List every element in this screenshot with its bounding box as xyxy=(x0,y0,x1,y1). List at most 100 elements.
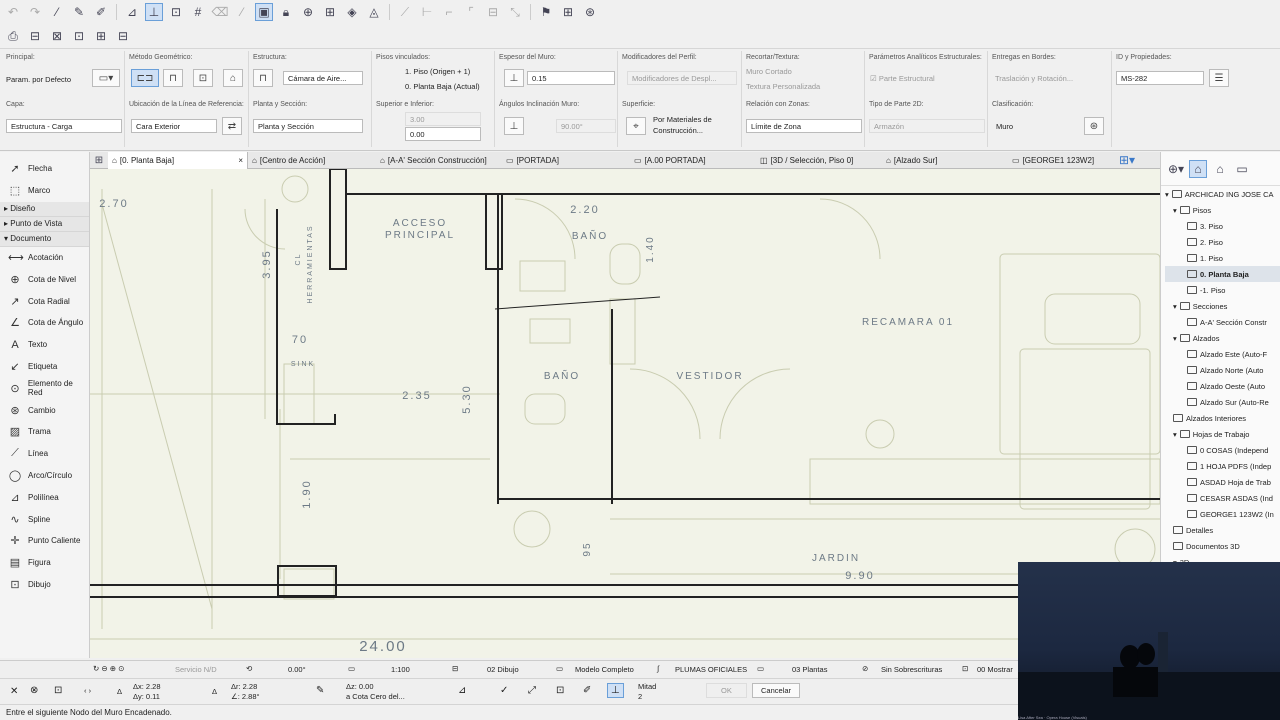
superficie-value-2[interactable]: Construcción... xyxy=(653,126,703,135)
id-input[interactable]: MS-282 xyxy=(1116,71,1204,85)
capa-select[interactable]: Estructura - Carga xyxy=(6,119,122,133)
ok-button[interactable]: OK xyxy=(706,683,747,698)
tool-arc[interactable]: ◯ Arco/Círculo xyxy=(0,465,89,487)
teamwork-icon[interactable]: ⊛ xyxy=(581,3,599,21)
slanted-wall-icon[interactable]: ⌂ xyxy=(223,69,243,87)
nav-piso2[interactable]: 2. Piso xyxy=(1165,234,1280,250)
eyedropper-icon[interactable]: ✎ xyxy=(70,3,88,21)
nav-detalles[interactable]: Detalles xyxy=(1165,522,1280,538)
plumas-value[interactable]: PLUMAS OFICIALES xyxy=(675,665,747,674)
tool-figure[interactable]: ▤ Figura xyxy=(0,552,89,574)
classification-icon[interactable]: ⊛ xyxy=(1084,117,1104,135)
angle-value[interactable]: 0.00° xyxy=(288,665,306,674)
flip-reference-icon[interactable]: ⇄ xyxy=(222,117,242,135)
pencil-icon[interactable]: ✎ xyxy=(316,685,324,696)
tab-seccion[interactable]: ⌂ [A-A' Sección Construcción] xyxy=(376,152,502,169)
fillet-icon[interactable]: ⌜ xyxy=(462,3,480,21)
arrows-icon[interactable]: ‹ › xyxy=(84,686,91,695)
suspend-groups-icon[interactable]: ▣ xyxy=(255,3,273,21)
close-icon[interactable]: × xyxy=(238,156,243,165)
graphic-override-icon[interactable]: ⊘ xyxy=(862,664,868,673)
zoom-icons[interactable]: ↻ ⊖ ⊕ ⊙ xyxy=(93,664,124,673)
section-icon[interactable]: ⊞ xyxy=(92,27,110,45)
organizer-icon[interactable]: ⊕▾ xyxy=(1167,160,1185,178)
grid-snap-icon[interactable]: # xyxy=(189,3,207,21)
intersect-icon[interactable]: ⌐ xyxy=(440,3,458,21)
parte-estructural[interactable]: ☑ Parte Estructural xyxy=(870,74,935,83)
nav-piso1[interactable]: 1. Piso xyxy=(1165,250,1280,266)
scale-value[interactable]: 1:100 xyxy=(391,665,410,674)
favorites-button[interactable]: ▭▾ xyxy=(92,69,120,87)
nav-alzado-norte[interactable]: Alzado Norte (Auto xyxy=(1165,362,1280,378)
tipo-select[interactable]: Armazón xyxy=(869,119,985,133)
tool-line[interactable]: ⟋ Línea xyxy=(0,443,89,465)
tool-angle-dimension[interactable]: ∠ Cota de Ángulo xyxy=(0,312,89,334)
view-map-icon[interactable]: ⌂ xyxy=(1211,160,1229,178)
nav-project[interactable]: ▾ ARCHICAD ING JOSE CA xyxy=(1165,186,1280,202)
tool-arrow[interactable]: ➚ Flecha xyxy=(0,158,89,180)
tool-polyline[interactable]: ⊿ Polilínea xyxy=(0,486,89,508)
tracker-settings-icon[interactable]: ⊡ xyxy=(54,685,62,696)
mostrar-value[interactable]: 00 Mostrar xyxy=(977,665,1013,674)
cancel-button[interactable]: Cancelar xyxy=(752,683,801,698)
nav-3d[interactable]: ▾ 3D xyxy=(1165,554,1280,563)
tab-overview-icon[interactable]: ⊞ xyxy=(90,151,108,169)
nav-alzados[interactable]: ▾ Alzados xyxy=(1165,330,1280,346)
relacion-select[interactable]: Límite de Zona xyxy=(746,119,862,133)
ubicacion-select[interactable]: Cara Exterior xyxy=(131,119,217,133)
nav-alzados-interiores[interactable]: Alzados Interiores xyxy=(1165,410,1280,426)
layout-icon[interactable]: ⊟ xyxy=(26,27,44,45)
split-icon[interactable]: ⟋ xyxy=(396,3,414,21)
nav-pisoneg[interactable]: -1. Piso xyxy=(1165,282,1280,298)
tool-drawing[interactable]: ⊡ Dibujo xyxy=(0,574,89,596)
trapezoid-wall-icon[interactable]: ⊓ xyxy=(163,69,183,87)
crop-icon[interactable]: ⊡ xyxy=(556,685,564,696)
eraser-icon[interactable]: ⌫ xyxy=(211,3,229,21)
close-icon[interactable]: ✕ xyxy=(10,686,18,697)
delta-angle[interactable]: ∠: 2.88° xyxy=(231,692,260,701)
layout-book-icon[interactable]: ▭ xyxy=(1233,160,1251,178)
flag-icon[interactable]: ⚑ xyxy=(537,3,555,21)
estructura-select[interactable]: Cámara de Aire... xyxy=(283,71,363,85)
tab-a00-portada[interactable]: ▭ [A.00 PORTADA] xyxy=(630,152,756,169)
group-viewpoint[interactable]: ▸ Punto de Vista xyxy=(0,216,89,232)
eyedropper-icon[interactable]: ✐ xyxy=(583,685,591,696)
snap-guides-icon[interactable]: ⊥ xyxy=(145,3,163,21)
delta-y[interactable]: Δy: 0.11 xyxy=(133,692,160,701)
trace-reference-icon[interactable]: ⊞ xyxy=(321,3,339,21)
tool-label[interactable]: ↙ Etiqueta xyxy=(0,356,89,378)
pick-up-icon[interactable]: ⁄ xyxy=(48,3,66,21)
tool-marquee[interactable]: ⬚ Marco xyxy=(0,180,89,202)
project-map-icon[interactable]: ⌂ xyxy=(1189,159,1207,178)
tracker-options-icon[interactable]: ⊗ xyxy=(30,685,38,696)
modificadores-field[interactable]: Modificadores de Despl... xyxy=(627,71,737,85)
entregas-value[interactable]: Traslación y Rotación... xyxy=(995,74,1073,83)
redo-icon[interactable]: ↷ xyxy=(26,3,44,21)
cota-cero[interactable]: a Cota Cero del... xyxy=(346,692,405,701)
tool-text[interactable]: A Texto xyxy=(0,334,89,356)
nav-hoja3[interactable]: CESASR ASDAS (Ind xyxy=(1165,490,1280,506)
pen-set-icon[interactable]: ∫ xyxy=(657,664,659,673)
model-view-icon[interactable]: ⊡ xyxy=(70,27,88,45)
nav-alzado-oeste[interactable]: Alzado Oeste (Auto xyxy=(1165,378,1280,394)
snap-icon[interactable]: ⊥ xyxy=(607,683,624,698)
tab-portada[interactable]: ▭ [PORTADA] xyxy=(502,152,630,169)
resize-icon[interactable]: ⤡ xyxy=(506,3,524,21)
superficie-value-1[interactable]: Por Materiales de xyxy=(653,115,712,124)
rotate-icon[interactable]: ⟲ xyxy=(246,664,252,673)
model-view-icon[interactable]: ▭ xyxy=(556,664,563,673)
trace-icon[interactable]: ⊕ xyxy=(299,3,317,21)
nav-seccion-aa[interactable]: A-A' Sección Constr xyxy=(1165,314,1280,330)
tool-radial-dimension[interactable]: ↗ Cota Radial xyxy=(0,290,89,312)
nav-alzado-este[interactable]: Alzado Este (Auto-F xyxy=(1165,346,1280,362)
tool-spline[interactable]: ∿ Spline xyxy=(0,508,89,530)
checkmark-icon[interactable]: ✓ xyxy=(500,685,508,696)
nav-documentos3d[interactable]: Documentos 3D xyxy=(1165,538,1280,554)
lock-icon[interactable]: 🔒︎ xyxy=(277,3,295,21)
publish-icon[interactable]: ⊞ xyxy=(559,3,577,21)
nav-hoja4[interactable]: GEORGE1 123W2 (In xyxy=(1165,506,1280,522)
adjust-icon[interactable]: ⊢ xyxy=(418,3,436,21)
nav-hoja1[interactable]: 1 HOJA PDFS (Indep xyxy=(1165,458,1280,474)
polygonal-wall-icon[interactable]: ⊡ xyxy=(193,69,213,87)
nav-hoja2[interactable]: ASDAD Hoja de Trab xyxy=(1165,474,1280,490)
